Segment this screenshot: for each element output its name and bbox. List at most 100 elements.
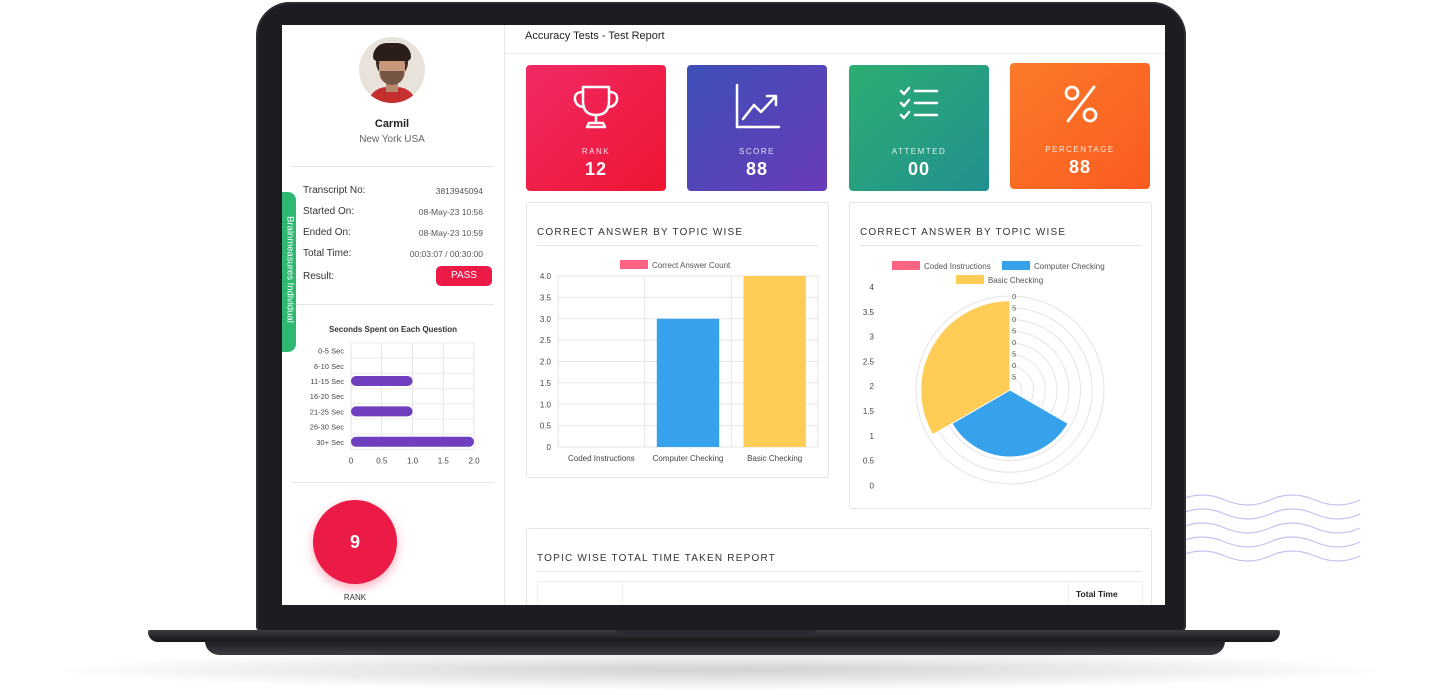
rank-circle[interactable]: 9 (313, 500, 397, 584)
legend-label: Basic Checking (988, 276, 1043, 285)
y-tick-label: 3.5 (863, 308, 875, 317)
x-tick-label: 1.0 (407, 456, 419, 465)
attempted-card-value: 00 (907, 159, 931, 179)
total-time-column-header: Total Time (1076, 589, 1118, 599)
main-content: Accuracy Tests - Test Report RANK 12 SCO… (505, 25, 1165, 605)
y-tick-label: 2 (870, 382, 875, 391)
ring-label: 5 (1012, 373, 1016, 382)
divider (292, 482, 494, 483)
divider (292, 166, 494, 167)
user-name: Carmil (374, 118, 410, 130)
y-tick-label: 0-5 Sec (318, 347, 344, 356)
correct-answer-polar-chart: Coded Instructions Computer Checking Basic… (863, 261, 1105, 490)
polar-panel-title: CORRECT ANSWER BY TOPIC WISE (860, 227, 1067, 238)
rank-circle-label: RANK (343, 593, 367, 602)
y-tick-label: 0.5 (863, 457, 875, 466)
legend-label: Coded Instructions (924, 262, 991, 271)
y-tick-label: 11-15 Sec (310, 377, 344, 386)
ring-label: 0 (1012, 315, 1016, 324)
y-tick-label: 0.5 (540, 422, 552, 431)
y-tick-label: 2.5 (863, 357, 875, 366)
legend-swatch (1002, 261, 1030, 270)
user-location: New York USA (359, 134, 425, 145)
y-tick-label: 0 (870, 481, 875, 490)
total-time-value: 00:03:07 / 00:30:00 (409, 249, 483, 259)
x-tick-label: 1.5 (438, 456, 450, 465)
transcript-label: Transcript No: (303, 185, 366, 196)
y-tick-label: 21-25 Sec (310, 407, 344, 416)
hbar (351, 376, 413, 386)
score-card[interactable]: SCORE 88 (687, 65, 827, 191)
seconds-per-question-chart: 0 0.5 1.0 1.5 2.0 0-5 Sec 6-10 Sec 11-15 Sec 16-… (310, 342, 480, 465)
time-panel-title: TOPIC WISE TOTAL TIME TAKEN REPORT (537, 553, 776, 564)
laptop-shadow (60, 650, 1380, 690)
time-report-panel: TOPIC WISE TOTAL TIME TAKEN REPORT Total… (526, 528, 1152, 605)
y-tick-label: 3 (870, 333, 875, 342)
laptop-base-bottom (205, 641, 1225, 655)
laptop-notch (616, 630, 816, 637)
hbar-chart-title: Seconds Spent on Each Question (328, 325, 458, 334)
profile-sidebar: Carmil New York USA Transcript No: 38139… (282, 25, 505, 605)
correct-answer-bar-chart: Correct Answer Count 4.0 3.5 3.0 2.5 2.0 1.5 1.… (540, 260, 819, 463)
transcript-row: Transcript No: 3813945094 (303, 185, 483, 201)
y-tick-label: 4 (870, 283, 875, 292)
result-label: Result: (303, 271, 335, 282)
hbar (351, 436, 474, 447)
y-tick-label: 4.0 (540, 272, 552, 281)
ring-label: 5 (1012, 350, 1016, 359)
total-time-row: Total Time: 00:03:07 / 00:30:00 (303, 248, 483, 264)
y-tick-label: 1 (870, 432, 875, 441)
started-row: Started On: 08-May-23 10:56 (303, 206, 483, 222)
chart-line-icon (735, 83, 781, 129)
y-tick-label: 0 (547, 443, 552, 452)
ring-label: 0 (1012, 338, 1016, 347)
ended-value: 08-May-23 10:59 (418, 228, 483, 238)
x-tick-label: Coded Instructions (568, 454, 635, 463)
ring-label: 5 (1012, 304, 1016, 313)
divider (292, 304, 494, 305)
y-tick-label: 26-30 Sec (310, 423, 344, 432)
y-tick-label: 3.5 (540, 293, 552, 302)
y-tick-label: 30+ Sec (316, 438, 344, 447)
hbar (351, 406, 413, 417)
attempted-card[interactable]: ATTEMTED 00 (849, 65, 989, 191)
polar-chart-panel: CORRECT ANSWER BY TOPIC WISE Coded Instr… (849, 202, 1152, 509)
x-tick-label: Basic Checking (747, 454, 802, 463)
app-screen: Carmil New York USA Transcript No: 38139… (282, 25, 1165, 605)
rank-card[interactable]: RANK 12 (526, 65, 666, 191)
percentage-card[interactable]: PERCENTAGE 88 (1010, 63, 1150, 189)
legend-label: Computer Checking (1034, 262, 1105, 271)
ended-label: Ended On: (303, 227, 351, 238)
ring-label: 0 (1012, 292, 1016, 301)
decorative-waves (1180, 494, 1360, 562)
x-tick-label: 0.5 (376, 456, 388, 465)
y-tick-label: 2.5 (540, 336, 552, 345)
polar-panel-divider (860, 245, 1141, 246)
transcript-value: 3813945094 (435, 186, 483, 196)
avatar[interactable] (359, 37, 425, 103)
y-tick-label: 16-20 Sec (310, 392, 344, 401)
score-card-label: SCORE (739, 147, 775, 156)
y-tick-label: 2.0 (540, 358, 552, 367)
y-tick-label: 1.0 (540, 400, 552, 409)
x-tick-label: Computer Checking (653, 454, 724, 463)
title-divider (505, 53, 1165, 54)
percent-icon (1064, 85, 1098, 123)
legend-swatch (956, 275, 984, 284)
result-pass-badge[interactable]: PASS (436, 266, 492, 286)
score-card-value: 88 (745, 159, 769, 179)
bar (656, 318, 720, 447)
ring-label: 5 (1012, 327, 1016, 336)
checklist-icon (899, 86, 939, 120)
percentage-card-value: 88 (1068, 157, 1092, 177)
y-tick-label: 1.5 (540, 379, 552, 388)
y-tick-label: 6-10 Sec (314, 362, 344, 371)
time-panel-divider (537, 571, 1141, 572)
trophy-icon (573, 85, 619, 129)
x-tick-label: 0 (349, 456, 354, 465)
time-report-table: Total Time (537, 581, 1143, 605)
bar-panel-title: CORRECT ANSWER BY TOPIC WISE (537, 227, 744, 238)
bar-panel-divider (537, 245, 818, 246)
attempted-card-label: ATTEMTED (891, 147, 947, 156)
rank-card-label: RANK (581, 147, 611, 156)
